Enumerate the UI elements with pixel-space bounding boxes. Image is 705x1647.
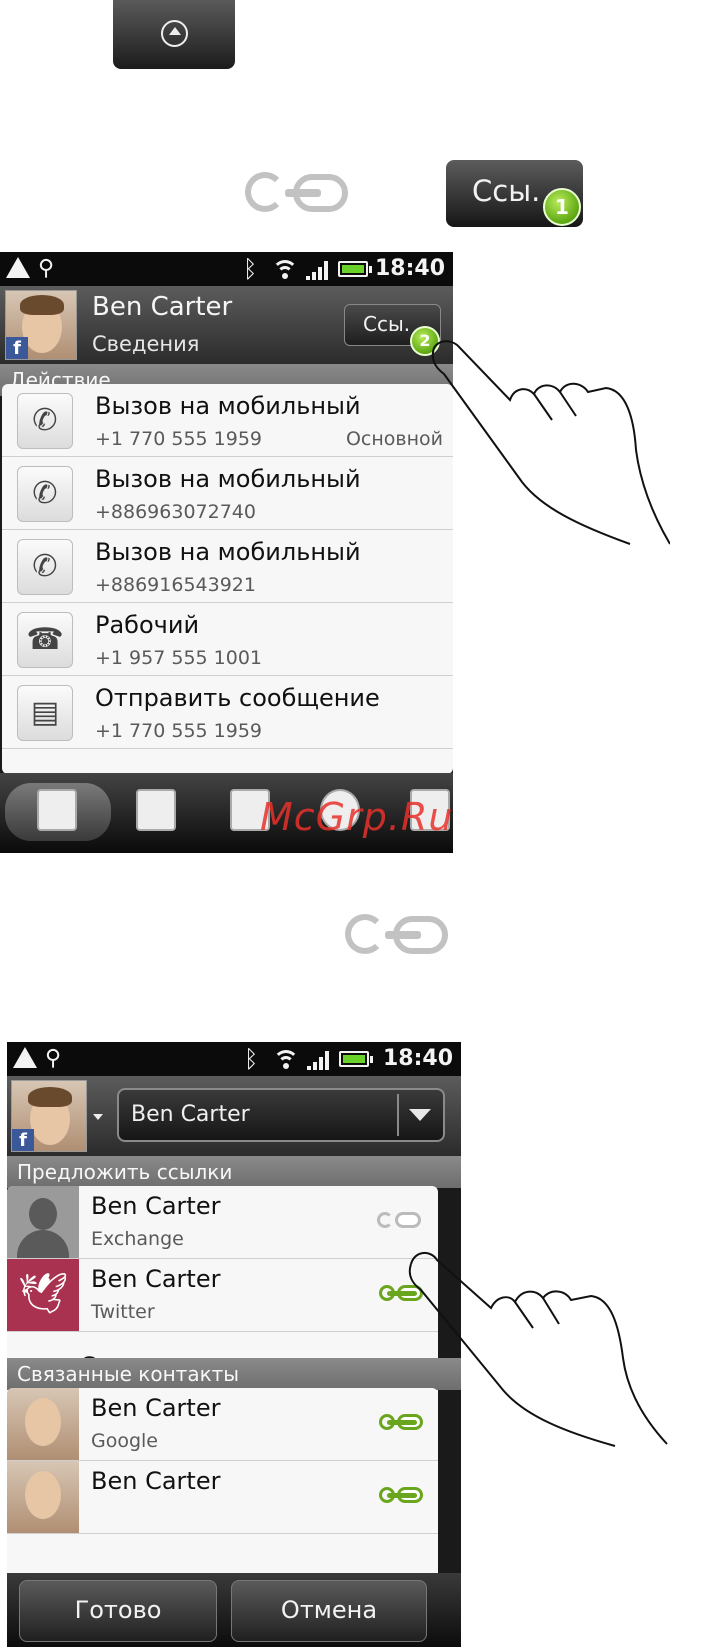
primary-tag: Основной <box>345 428 443 450</box>
picture-message-icon <box>136 789 176 831</box>
contact-photo <box>7 1388 79 1460</box>
list-item[interactable]: ☎ Рабочий +1 957 555 1001 <box>2 603 453 676</box>
bottom-action-bar: Готово Отмена <box>7 1573 461 1647</box>
action-number: +1 770 555 1959 <box>95 428 263 450</box>
action-number: +1 770 555 1959 <box>95 720 263 742</box>
action-title: Вызов на мобильный <box>95 392 361 420</box>
select-divider <box>397 1094 399 1136</box>
linked-list: Ben Carter Google Ben Carter <box>7 1388 438 1588</box>
suggestion-name: Ben Carter <box>91 1192 221 1220</box>
hand-pointer-icon <box>408 1252 668 1447</box>
status-bar: ⚲ ᛒ 18:40 <box>7 1042 461 1076</box>
wifi-icon <box>273 1048 299 1070</box>
tab-contact-card[interactable] <box>5 783 111 841</box>
linked-name: Ben Carter <box>91 1394 221 1422</box>
signal-icon <box>307 1048 333 1070</box>
warning-icon <box>6 257 30 278</box>
watermark: McGrp.Ru <box>260 795 454 839</box>
message-icon: ▤ <box>17 685 73 741</box>
usb-icon: ⚲ <box>38 256 55 281</box>
suggestion-source: Exchange <box>91 1228 184 1250</box>
cancel-button[interactable]: Отмена <box>231 1580 427 1642</box>
link-button-label: Ссы. <box>363 312 411 336</box>
contact-name: Ben Carter <box>92 292 233 322</box>
battery-icon <box>338 261 372 277</box>
action-title: Отправить сообщение <box>95 684 380 712</box>
tab-updates[interactable] <box>124 783 186 841</box>
battery-icon <box>339 1051 373 1067</box>
link-icon <box>345 912 450 958</box>
section-linked-contacts: Связанные контакты <box>7 1358 461 1390</box>
action-number: +1 957 555 1001 <box>95 647 263 669</box>
list-item[interactable]: ✆ Вызов на мобильный +886916543921 <box>2 530 453 603</box>
work-phone-icon: ☎ <box>17 612 73 668</box>
action-title: Вызов на мобильный <box>95 538 361 566</box>
chevron-down-icon <box>409 1109 431 1121</box>
contact-subtitle: Сведения <box>92 332 200 356</box>
list-item[interactable]: ✆ Вызов на мобильный +1 770 555 1959 Осн… <box>2 384 453 457</box>
facebook-icon: f <box>12 1129 34 1151</box>
avatar-dropdown-icon[interactable] <box>93 1114 103 1120</box>
action-number: +886963072740 <box>95 501 256 523</box>
contact-header: f Ben Carter <box>7 1076 461 1156</box>
action-number: +886916543921 <box>95 574 256 596</box>
link-icon <box>245 170 350 216</box>
linked-name: Ben Carter <box>91 1467 221 1495</box>
default-avatar-icon <box>7 1186 79 1258</box>
contact-avatar[interactable]: f <box>5 290 77 360</box>
link-contacts-screen: ⚲ ᛒ 18:40 f Ben Carter Предложить ссылки <box>7 1042 461 1647</box>
contact-avatar[interactable]: f <box>11 1080 87 1152</box>
phone-icon: ✆ <box>17 466 73 522</box>
link-icon[interactable] <box>377 1210 423 1230</box>
action-title: Вызов на мобильный <box>95 465 361 493</box>
hand-pointer-icon <box>431 340 670 545</box>
phone-icon: ✆ <box>17 393 73 449</box>
status-bar: ⚲ ᛒ 18:40 <box>0 252 453 286</box>
contact-name-select[interactable]: Ben Carter <box>117 1088 445 1142</box>
phone-icon: ✆ <box>17 539 73 595</box>
list-item[interactable]: Ben Carter <box>7 1461 438 1534</box>
contact-card-icon <box>37 789 77 831</box>
contact-details-screen: ⚲ ᛒ 18:40 f Ben Carter Сведения Ссы. 2 Д… <box>0 252 453 853</box>
list-item[interactable]: ✆ Вызов на мобильный +886963072740 <box>2 457 453 530</box>
twitter-icon: 🕊 <box>7 1259 79 1331</box>
linked-source: Google <box>91 1430 159 1452</box>
bluetooth-icon: ᛒ <box>243 255 258 283</box>
selected-name: Ben Carter <box>131 1102 250 1127</box>
signal-icon <box>306 258 332 280</box>
badge-one: 1 <box>543 188 581 226</box>
menu-button[interactable] <box>113 0 235 69</box>
clock: 18:40 <box>382 1046 453 1071</box>
list-item[interactable]: ▤ Отправить сообщение +1 770 555 1959 <box>2 676 453 749</box>
bluetooth-icon: ᛒ <box>244 1045 259 1073</box>
clock: 18:40 <box>374 256 445 281</box>
suggestion-name: Ben Carter <box>91 1265 221 1293</box>
wifi-icon <box>272 258 298 280</box>
list-item[interactable]: 🕊 Ben Carter Twitter <box>7 1259 438 1332</box>
contact-photo <box>7 1461 79 1533</box>
actions-list: ✆ Вызов на мобильный +1 770 555 1959 Осн… <box>2 384 453 774</box>
linked-icon[interactable] <box>379 1485 425 1505</box>
facebook-icon: f <box>6 337 28 359</box>
link-button-label: Ссы. <box>472 174 541 208</box>
action-title: Рабочий <box>95 611 200 639</box>
usb-icon: ⚲ <box>45 1046 62 1071</box>
suggestion-source: Twitter <box>91 1301 155 1323</box>
list-item[interactable]: Ben Carter Google <box>7 1388 438 1461</box>
section-suggest-links: Предложить ссылки <box>7 1156 461 1188</box>
warning-icon <box>13 1047 37 1068</box>
done-button[interactable]: Готово <box>19 1580 217 1642</box>
list-item[interactable]: Ben Carter Exchange <box>7 1186 438 1259</box>
up-arrow-icon <box>161 20 188 47</box>
